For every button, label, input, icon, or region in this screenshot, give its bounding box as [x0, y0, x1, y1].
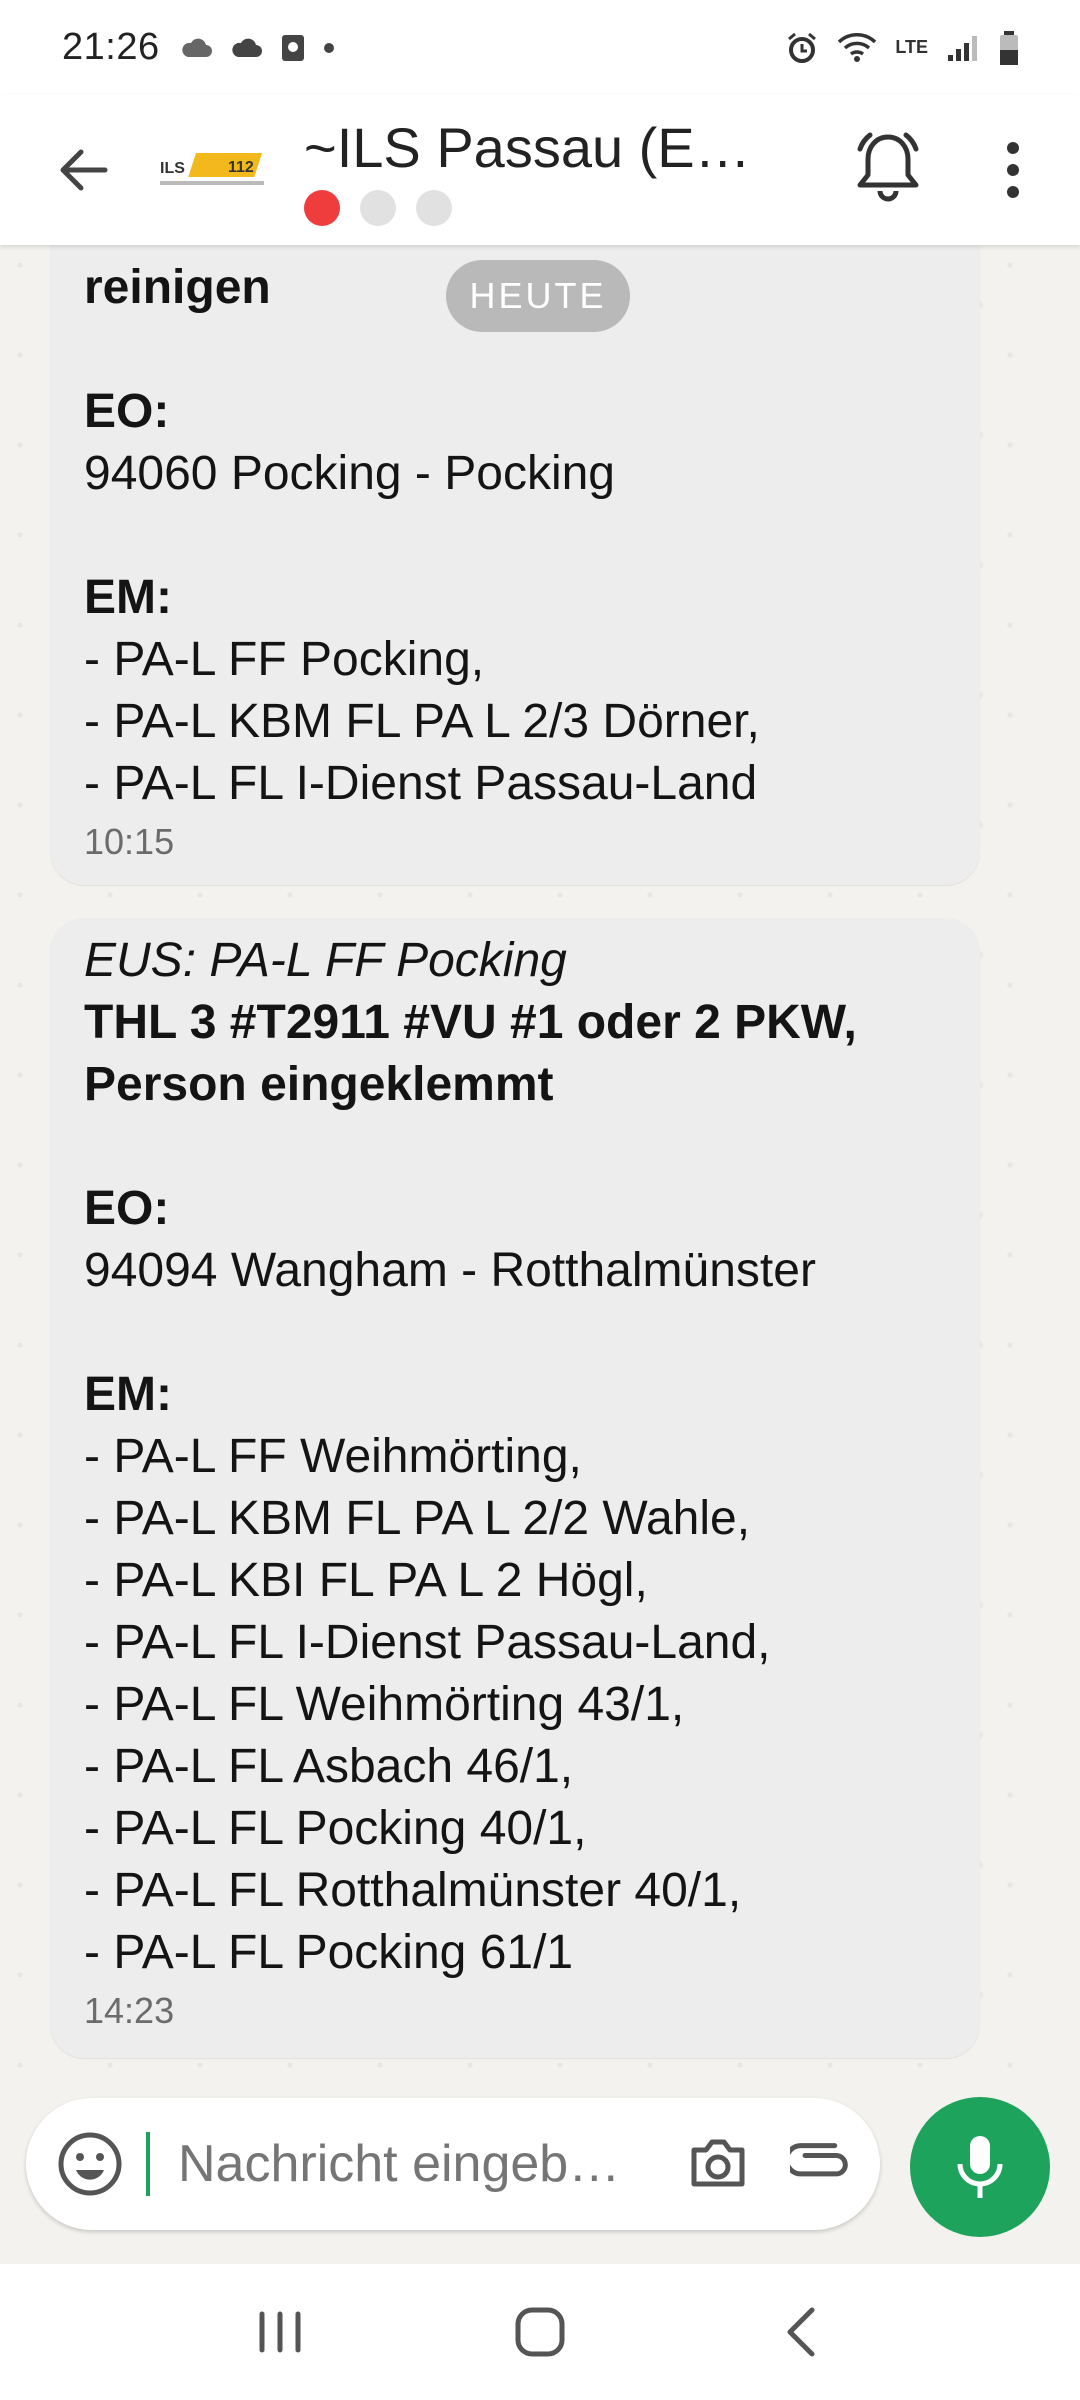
status-dot-active: [304, 189, 340, 226]
message-composer: [26, 2098, 880, 2230]
message-line: EO:: [84, 385, 170, 438]
wifi-icon: [838, 32, 877, 62]
more-options-button[interactable]: [990, 130, 1036, 210]
recents-icon: [259, 2311, 301, 2353]
message-line: 94060 Pocking - Pocking: [84, 447, 615, 500]
ils-logo: ILS 112: [160, 153, 264, 185]
back-arrow-icon: [60, 149, 108, 191]
notification-button[interactable]: [848, 127, 928, 207]
emoji-icon[interactable]: [56, 2130, 124, 2198]
message-line: - PA-L FL I-Dienst Passau-Land,: [84, 1616, 771, 1669]
svg-text:112: 112: [228, 159, 254, 176]
battery-icon: [1000, 30, 1018, 65]
message-input[interactable]: [172, 2134, 672, 2194]
message-line: - PA-L FL Weihmörting 43/1,: [84, 1678, 685, 1731]
system-navigation-bar: [0, 2264, 1080, 2400]
group-avatar[interactable]: ILS 112: [158, 140, 268, 200]
message-line: Person eingeklemmt: [84, 1058, 554, 1111]
message-gap: [84, 1302, 946, 1364]
status-dot: [416, 189, 452, 226]
message-line: 94094 Wangham - Rotthalmünster: [84, 1244, 816, 1297]
message-line: - PA-L FF Pocking,: [84, 633, 485, 686]
chat-header: ILS 112 ~ILS Passau (E…: [0, 95, 1080, 245]
attach-icon[interactable]: [790, 2132, 854, 2196]
message-line: - PA-L KBI FL PA L 2 Högl,: [84, 1554, 648, 1607]
message-list[interactable]: reinigen EO: 94060 Pocking - Pocking EM:…: [0, 245, 1080, 2075]
message-gap: [84, 505, 946, 567]
cloud-icon: [181, 38, 212, 57]
message-line: - PA-L FF Weihmörting,: [84, 1430, 582, 1483]
message-line: EUS: PA-L FF Pocking: [84, 934, 567, 987]
message-timestamp: 14:23: [84, 1990, 175, 2031]
message-timestamp: 10:15: [84, 821, 175, 862]
cloud-icon: [231, 38, 262, 57]
back-icon: [787, 2307, 815, 2357]
message-bubble[interactable]: EUS: PA-L FF Pocking THL 3 #T2911 #VU #1…: [50, 918, 980, 2058]
message-line: EO:: [84, 1182, 170, 1235]
network-label: LTE: [895, 37, 928, 57]
message-line: - PA-L KBM FL PA L 2/2 Wahle,: [84, 1492, 751, 1545]
signal-icon: [948, 35, 977, 61]
date-chip: HEUTE: [446, 260, 630, 332]
status-dot: [360, 189, 396, 226]
mic-icon: [957, 2136, 1003, 2198]
more-vert-icon: [1007, 142, 1019, 154]
message-line: - PA-L FL Rotthalmünster 40/1,: [84, 1864, 742, 1917]
message-gap: [84, 1116, 946, 1178]
message-bubble[interactable]: reinigen EO: 94060 Pocking - Pocking EM:…: [50, 245, 980, 885]
status-time: 21:26: [62, 26, 160, 68]
camera-icon[interactable]: [686, 2132, 750, 2196]
svg-text:ILS: ILS: [160, 160, 185, 177]
message-line: - PA-L FL Pocking 40/1,: [84, 1802, 587, 1855]
message-line: - PA-L KBM FL PA L 2/3 Dörner,: [84, 695, 760, 748]
message-line: - PA-L FL Asbach 46/1,: [84, 1740, 574, 1793]
message-line: - PA-L FL I-Dienst Passau-Land: [84, 757, 758, 810]
screenshot-icon: [281, 34, 304, 61]
chat-title: ~ILS Passau (E…: [304, 115, 751, 179]
status-left-icons: [180, 33, 336, 63]
alarm-icon: [788, 32, 817, 63]
message-line: THL 3 #T2911 #VU #1 oder 2 PKW,: [84, 996, 857, 1049]
home-button[interactable]: [500, 2292, 580, 2372]
status-dots: [304, 189, 784, 226]
bell-icon: [857, 132, 919, 202]
back-button[interactable]: [48, 135, 118, 205]
system-back-button[interactable]: [760, 2292, 840, 2372]
recents-button[interactable]: [240, 2292, 320, 2372]
voice-record-button[interactable]: [910, 2097, 1050, 2237]
home-icon: [515, 2307, 565, 2357]
message-line: - PA-L FL Pocking 61/1: [84, 1926, 574, 1979]
chat-title-area[interactable]: ~ILS Passau (E…: [304, 115, 784, 226]
status-bar: 21:26 LTE: [0, 0, 1080, 95]
message-line: EM:: [84, 1368, 172, 1421]
message-line: EM:: [84, 571, 172, 624]
dot-icon: [323, 42, 334, 53]
text-cursor: [146, 2132, 150, 2196]
status-right-icons: LTE: [785, 30, 1020, 66]
